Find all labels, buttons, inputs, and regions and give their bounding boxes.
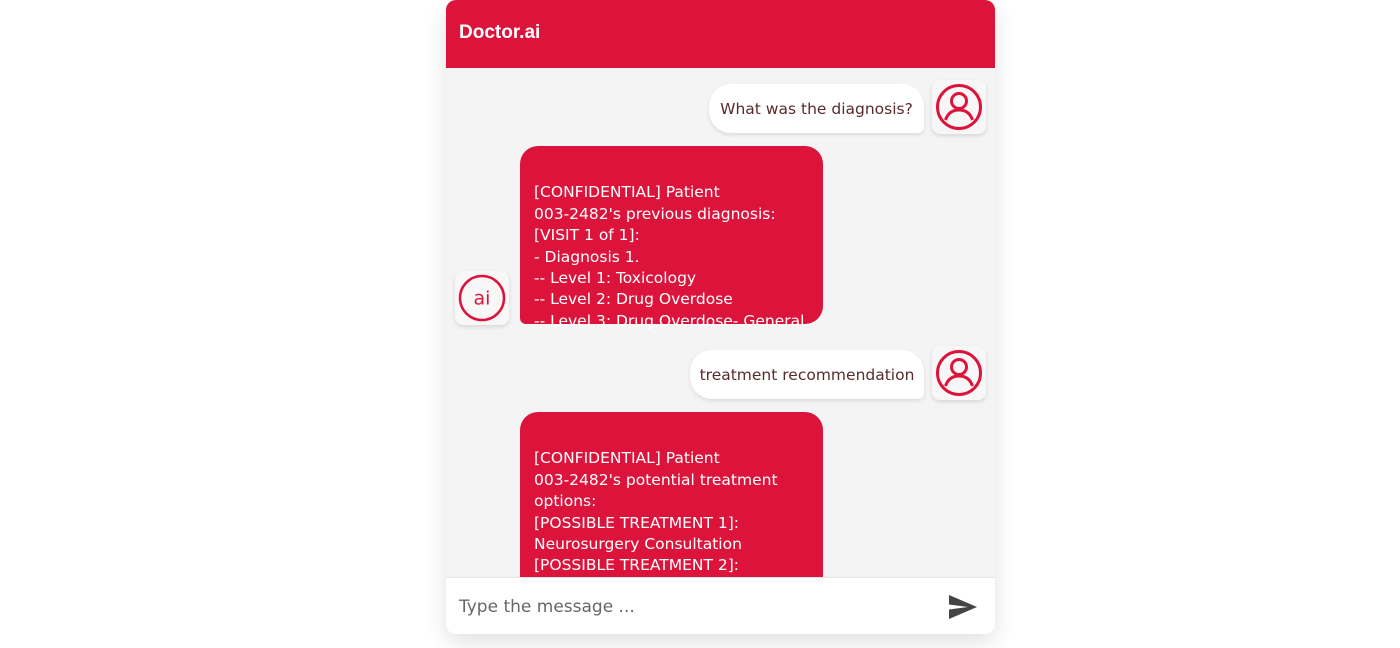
user-message-bubble: treatment recommendation [690,350,924,399]
user-message-text: What was the diagnosis? [720,100,913,118]
bot-message-bubble: [CONFIDENTIAL] Patient 003-2482's previo… [520,146,823,330]
ai-logo-text: ai [474,288,491,310]
message-composer [446,577,995,634]
app-title: Doctor.ai [459,22,541,43]
user-message-bubble: What was the diagnosis? [709,84,924,133]
chat-window: Doctor.ai What was the diagnosis? ai [CO… [446,0,995,634]
message-list[interactable]: What was the diagnosis? ai [CONFIDENTIAL… [446,68,995,577]
user-icon [936,350,982,396]
message-input[interactable] [446,578,926,634]
user-message-text: treatment recommendation [699,366,915,384]
bot-avatar: ai [455,271,509,325]
user-icon [936,84,982,130]
user-avatar [932,346,986,400]
bot-message-bubble: [CONFIDENTIAL] Patient 003-2482's potent… [520,412,823,577]
chat-header: Doctor.ai [446,0,995,68]
send-button[interactable] [946,591,980,623]
ai-logo-icon: ai [458,274,506,322]
send-icon [949,595,977,619]
user-avatar [932,80,986,134]
bot-message-text: [CONFIDENTIAL] Patient 003-2482's potent… [534,449,778,575]
bot-message-text: [CONFIDENTIAL] Patient 003-2482's previo… [534,183,805,330]
